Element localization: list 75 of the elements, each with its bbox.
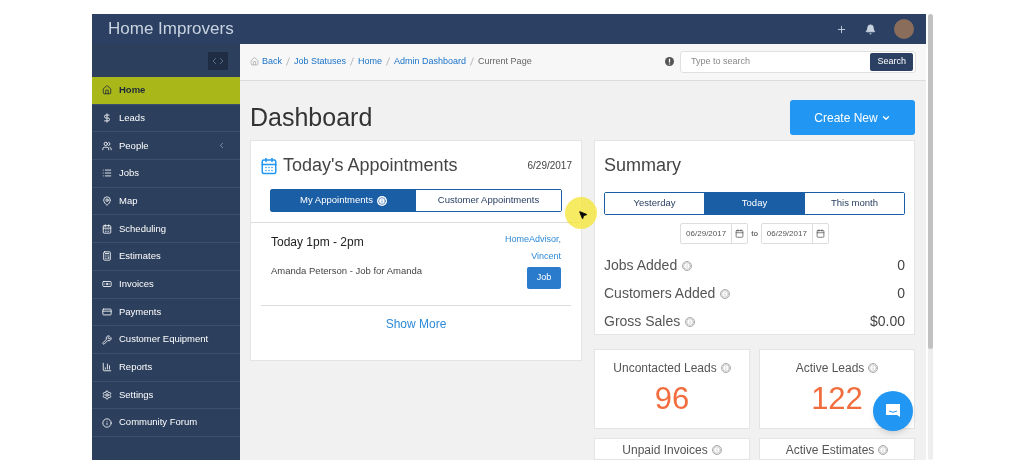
source-link[interactable]: HomeAdvisor, <box>504 233 561 247</box>
job-button[interactable]: Job <box>527 267 561 289</box>
wrench-icon <box>102 334 112 345</box>
info-icon <box>685 316 696 327</box>
credit-card-icon <box>102 306 112 317</box>
add-icon[interactable] <box>836 23 847 35</box>
appointments-tab[interactable]: My Appointments <box>271 190 416 211</box>
list-icon <box>102 168 112 179</box>
map-pin-icon <box>102 196 112 207</box>
info-icon <box>711 445 722 455</box>
person-link[interactable]: Vincent <box>531 249 561 263</box>
calendar-icon <box>102 223 112 234</box>
page-title: Dashboard <box>250 102 373 134</box>
calendar-icon <box>260 156 278 175</box>
collapse-toggle[interactable] <box>208 51 228 70</box>
metric-value: $0.00 <box>869 312 905 331</box>
date-field[interactable]: 06/29/2017 <box>680 223 749 244</box>
slash-separator-icon <box>386 57 391 67</box>
slash-separator-icon <box>350 57 355 67</box>
calendar-icon <box>735 229 745 238</box>
breadcrumb-link[interactable]: Back <box>262 55 282 69</box>
card-title: Summary <box>604 155 681 175</box>
metric-value: 0 <box>897 284 905 303</box>
stat-value: 122 <box>811 380 863 418</box>
home-icon <box>102 85 112 96</box>
info-icon <box>868 363 879 373</box>
slash-separator-icon <box>286 57 290 67</box>
appointment-date: 6/29/2017 <box>527 159 572 173</box>
search-field[interactable]: Type to search Search <box>680 50 916 73</box>
period-tab[interactable]: Yesterday <box>605 193 705 214</box>
stat-label: Uncontacted Leads <box>613 362 717 374</box>
range-separator: to <box>751 227 758 240</box>
app-title: Home Improvers <box>108 18 235 41</box>
cursor-icon <box>578 210 588 220</box>
info-icon <box>376 195 387 206</box>
info-icon <box>102 417 112 428</box>
show-more-link[interactable]: Show More <box>385 315 447 333</box>
date-field[interactable]: 06/29/2017 <box>760 223 829 244</box>
breadcrumb-current: Current Page <box>478 55 532 69</box>
banknote-icon <box>102 279 112 290</box>
dollar-icon <box>102 113 112 124</box>
stat-label: Active Estimates <box>785 444 875 456</box>
calendar-icon <box>815 229 825 238</box>
code-arrows-icon <box>212 56 224 65</box>
settings-icon <box>102 389 112 400</box>
info-icon <box>720 288 731 299</box>
alert-icon <box>665 57 674 67</box>
metric-label: Customers Added <box>604 284 716 303</box>
chevron-icon <box>217 141 226 151</box>
info-icon <box>720 363 731 373</box>
info-icon <box>682 260 693 271</box>
stat-label: Unpaid Invoices <box>622 444 708 456</box>
search-button[interactable]: Search <box>870 52 913 71</box>
metric-label: Jobs Added <box>604 256 678 275</box>
stat-label: Active Leads <box>795 362 865 374</box>
breadcrumb-link[interactable]: Home <box>358 55 383 69</box>
sidebar-item[interactable]: Home <box>92 77 240 105</box>
stat-value: 96 <box>654 380 690 418</box>
people-icon <box>102 140 112 151</box>
chat-icon <box>884 402 902 420</box>
metric-value: 0 <box>897 256 905 275</box>
bar-chart-icon <box>102 362 112 373</box>
card-title: Today's Appointments <box>283 154 459 177</box>
breadcrumb-link[interactable]: Job Statuses <box>294 55 347 69</box>
period-tab[interactable]: Today <box>705 193 805 214</box>
avatar[interactable] <box>894 19 914 39</box>
calculator-icon <box>102 251 112 262</box>
appointment-description: Amanda Peterson - Job for Amanda <box>271 264 424 278</box>
home-icon <box>250 57 259 67</box>
appointment-time: Today 1pm - 2pm <box>271 234 365 251</box>
slash-separator-icon <box>470 57 475 67</box>
bell-icon[interactable] <box>865 23 876 35</box>
metric-label: Gross Sales <box>604 312 681 331</box>
info-icon <box>878 445 889 455</box>
breadcrumb-link[interactable]: Admin Dashboard <box>394 55 467 69</box>
